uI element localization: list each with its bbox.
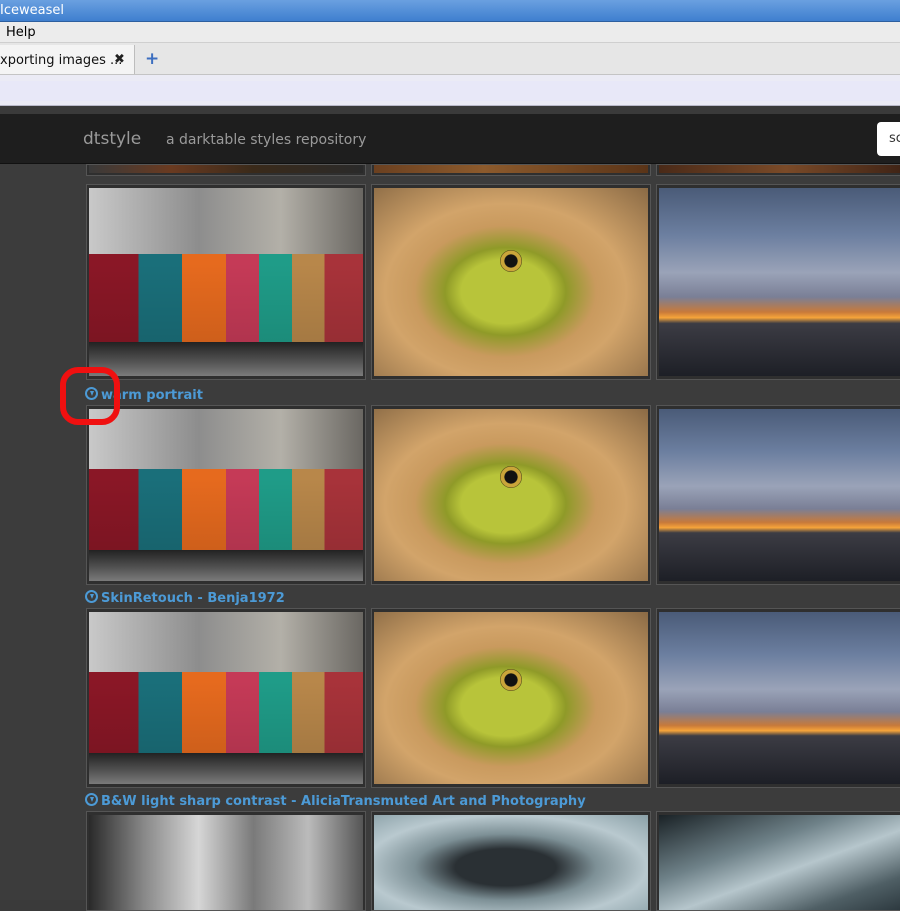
thumbnail-frog[interactable] xyxy=(371,184,651,380)
thumbnail-row xyxy=(86,811,900,911)
style-title-link[interactable]: B&W light sharp contrast - AliciaTransmu… xyxy=(85,792,586,809)
thumbnail-sunset[interactable] xyxy=(656,405,900,585)
search-input[interactable]: sc xyxy=(877,122,900,156)
site-header: dtstyle a darktable styles repository sc xyxy=(0,114,900,164)
window-titlebar: Iceweasel xyxy=(0,0,900,22)
thumbnail-row xyxy=(86,184,900,380)
close-tab-icon[interactable]: ✖ xyxy=(114,52,125,67)
thumbnail-frog[interactable] xyxy=(371,405,651,585)
download-icon[interactable] xyxy=(85,590,98,603)
site-brand[interactable]: dtstyle xyxy=(83,129,141,149)
thumbnail[interactable] xyxy=(86,164,366,176)
thumbnail-frog-bw[interactable] xyxy=(371,811,651,911)
styles-gallery: warm portrait SkinRetouch - Benja1972 B&… xyxy=(0,164,900,911)
url-bar[interactable] xyxy=(0,81,900,101)
thumbnail-row xyxy=(86,405,900,585)
tab-exporting-images[interactable]: xporting images ... ✖ xyxy=(0,45,135,74)
thumbnail-trucks[interactable] xyxy=(86,405,366,585)
menu-bar: Help xyxy=(0,22,900,43)
thumbnail-sky-bw[interactable] xyxy=(656,811,900,911)
annotation-circle xyxy=(60,367,120,425)
menu-help[interactable]: Help xyxy=(6,25,36,40)
download-icon[interactable] xyxy=(85,793,98,806)
site-tagline: a darktable styles repository xyxy=(166,132,367,148)
thumbnail-trucks[interactable] xyxy=(86,184,366,380)
tab-bar: xporting images ... ✖ + xyxy=(0,43,900,75)
thumbnail[interactable] xyxy=(371,164,651,176)
window-title: Iceweasel xyxy=(0,3,64,18)
new-tab-icon[interactable]: + xyxy=(145,49,159,69)
thumbnail-row xyxy=(86,164,900,176)
thumbnail[interactable] xyxy=(656,164,900,176)
thumbnail-sunset[interactable] xyxy=(656,608,900,788)
thumbnail-sunset[interactable] xyxy=(656,184,900,380)
thumbnail-trucks[interactable] xyxy=(86,608,366,788)
thumbnail-trucks-bw[interactable] xyxy=(86,811,366,911)
thumbnail-row xyxy=(86,608,900,788)
navigation-toolbar xyxy=(0,75,900,106)
tab-label: xporting images ... xyxy=(0,53,123,68)
style-title-link[interactable]: SkinRetouch - Benja1972 xyxy=(85,589,285,606)
thumbnail-frog[interactable] xyxy=(371,608,651,788)
